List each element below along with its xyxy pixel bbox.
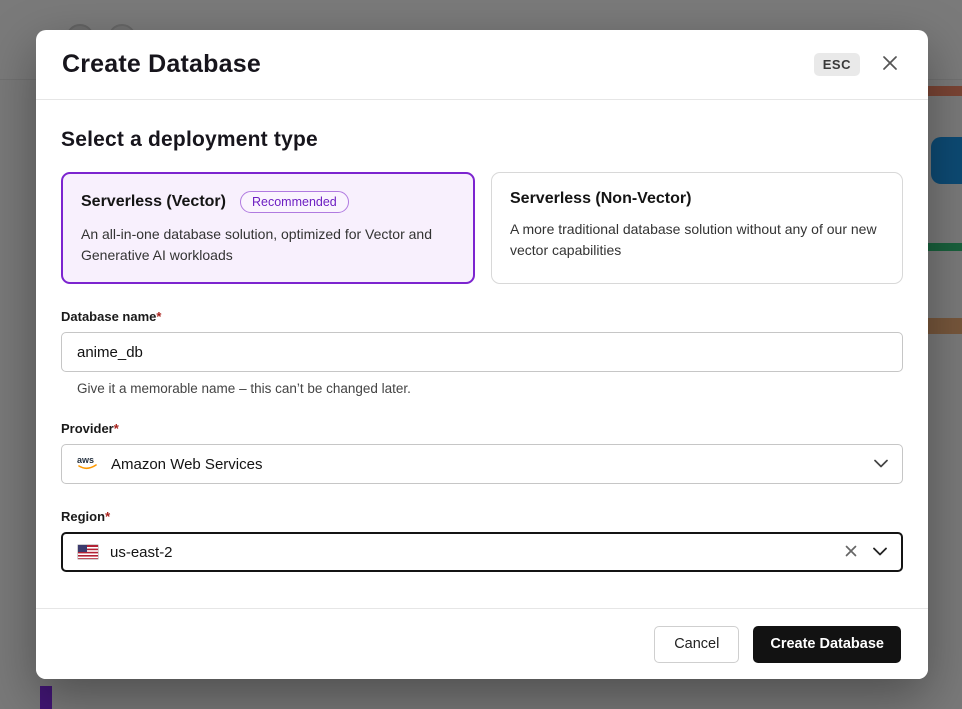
- database-name-input[interactable]: [61, 332, 903, 373]
- us-flag-icon: [77, 544, 99, 561]
- option-title: Serverless (Vector): [81, 193, 226, 210]
- option-serverless-non-vector[interactable]: Serverless (Non-Vector) A more tradition…: [491, 172, 903, 285]
- close-icon: [880, 53, 900, 76]
- field-label-text: Database name: [61, 309, 157, 325]
- cancel-button[interactable]: Cancel: [654, 625, 740, 663]
- option-serverless-vector[interactable]: Serverless (Vector) Recommended An all-i…: [61, 172, 475, 285]
- close-button[interactable]: [878, 51, 902, 78]
- region-select[interactable]: us-east-2: [61, 532, 903, 573]
- database-name-label: Database name*: [61, 309, 903, 324]
- esc-key-hint: ESC: [813, 53, 860, 76]
- modal-title: Create Database: [62, 50, 261, 78]
- required-marker: *: [156, 309, 162, 325]
- option-title-row: Serverless (Vector) Recommended: [81, 191, 455, 213]
- svg-text:aws: aws: [77, 455, 94, 465]
- option-title-row: Serverless (Non-Vector): [510, 190, 884, 208]
- select-actions: [844, 543, 887, 561]
- option-title: Serverless (Non-Vector): [510, 190, 692, 207]
- region-value: us-east-2: [110, 543, 173, 561]
- modal-body: Select a deployment type Serverless (Vec…: [36, 100, 928, 573]
- clear-icon: [844, 544, 858, 561]
- chevron-down-icon: [873, 543, 887, 561]
- option-description: An all-in-one database solution, optimiz…: [81, 226, 432, 263]
- create-database-button[interactable]: Create Database: [753, 625, 901, 663]
- provider-value: Amazon Web Services: [111, 455, 263, 473]
- required-marker: *: [113, 421, 119, 437]
- provider-select[interactable]: aws Amazon Web Services: [61, 444, 903, 485]
- modal-header: Create Database ESC: [36, 30, 928, 100]
- recommended-badge: Recommended: [239, 191, 349, 213]
- clear-selection-button[interactable]: [844, 544, 858, 561]
- modal-footer: Cancel Create Database: [36, 608, 928, 679]
- create-database-modal: Create Database ESC Select a deployment …: [36, 30, 928, 679]
- option-description: A more traditional database solution wit…: [510, 221, 877, 258]
- modal-header-actions: ESC: [813, 51, 902, 78]
- field-label-text: Provider: [61, 421, 114, 437]
- region-label: Region*: [61, 509, 903, 524]
- provider-label: Provider*: [61, 421, 903, 436]
- chevron-down-icon: [874, 455, 888, 473]
- database-name-helper: Give it a memorable name – this can’t be…: [77, 381, 411, 397]
- deployment-type-heading: Select a deployment type: [61, 128, 318, 151]
- field-label-text: Region: [61, 509, 106, 525]
- deployment-type-options: Serverless (Vector) Recommended An all-i…: [61, 172, 903, 285]
- select-actions: [874, 455, 888, 473]
- aws-icon: aws: [76, 453, 100, 476]
- required-marker: *: [105, 509, 111, 525]
